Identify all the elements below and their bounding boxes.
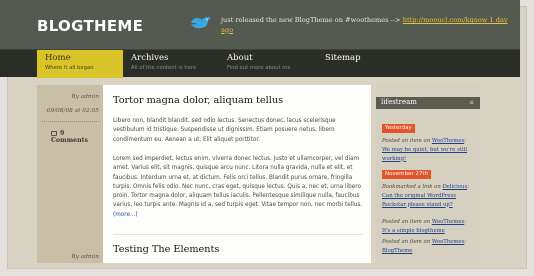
post-divider [113,234,363,235]
nav-item-archives[interactable]: Archives All of the content is here [123,50,219,78]
post-paragraph: Lorem sed imperdiet, lectus enim, viverr… [113,155,369,220]
main-nav: Home Where it all began Archives All of … [0,49,520,78]
lifestream-colon: : [464,239,467,245]
site-logo[interactable]: BLOGTHEME [37,17,143,35]
meta-divider [42,121,99,122]
lifestream-item: Posted an item on WooThemes: It's a simp… [382,218,474,236]
lifestream-item: Bookmarked a link on Delicious: Can the … [382,183,474,209]
nav-item-label: Sitemap [325,53,361,63]
lifestream-toggle-icon[interactable]: ≡ [469,99,474,106]
lifestream-item: Posted an item on WooThemes: We may be q… [382,137,474,163]
nav-item-sitemap[interactable]: Sitemap [317,50,407,78]
nav-item-sub: Where it all began [45,65,94,71]
post-date: 09/08/08 at 02:05 [46,108,99,114]
lifestream-item-prefix: Bookmarked a link on [382,184,441,190]
post-author: By admin [71,94,99,100]
lifestream-item-link[interactable]: Can the original WordPress Rockstar plea… [382,193,456,208]
lifestream-source-link[interactable]: WooThemes [432,219,464,225]
comments-link[interactable]: 9 Comments [51,130,103,144]
lifestream-item-link[interactable]: It's a simple blogtheme [382,228,445,234]
lifestream-item-link[interactable]: BlogTheme [382,248,412,254]
lifestream-source-link[interactable]: WooThemes [432,138,464,144]
latest-tweet: just released the new BlogTheme on #woot… [221,16,516,35]
lifestream-item-prefix: Posted an item on [382,138,431,144]
twitter-bird-icon [191,16,211,29]
post-title[interactable]: Tortor magna dolor, aliquam tellus [113,95,363,106]
read-more-link[interactable]: (more...) [113,212,138,218]
date-badge: November 27th [382,170,432,179]
date-badge: Yesterday [382,124,415,133]
nav-item-label: About [227,53,253,63]
nav-item-home[interactable]: Home Where it all began [37,50,123,78]
tweet-text: just released the new BlogTheme on #woot… [221,16,401,24]
post-paragraph: Libero non, blandit blandit, sed odio le… [113,118,336,143]
lifestream-source-link[interactable]: WooThemes [432,239,464,245]
post-paragraph-text: Lorem sed imperdiet, lectus enim, viverr… [113,156,363,209]
nav-item-about[interactable]: About Find out more about me [219,50,317,78]
lifestream-colon: : [464,219,467,225]
lifestream-colon: : [467,184,469,190]
nav-item-label: Home [45,53,71,63]
lifestream-title: lifestream [381,98,417,106]
post2-author: By admin [71,254,99,260]
lifestream-colon: : [464,138,467,144]
nav-item-sub: Find out more about me [227,65,291,71]
lifestream-item-link[interactable]: We may be quiet, but we're still working… [382,147,467,162]
post2-title[interactable]: Testing The Elements [113,244,363,255]
nav-item-sub: All of the content is here [131,65,197,71]
lifestream-item: Posted an item on WooThemes: BlogTheme [382,238,474,256]
lifestream-source-link[interactable]: Delicious [442,184,467,190]
lifestream-item-prefix: Posted an item on [382,239,431,245]
lifestream-item-prefix: Posted an item on [382,219,431,225]
comment-icon [51,131,57,136]
nav-item-label: Archives [131,53,169,63]
